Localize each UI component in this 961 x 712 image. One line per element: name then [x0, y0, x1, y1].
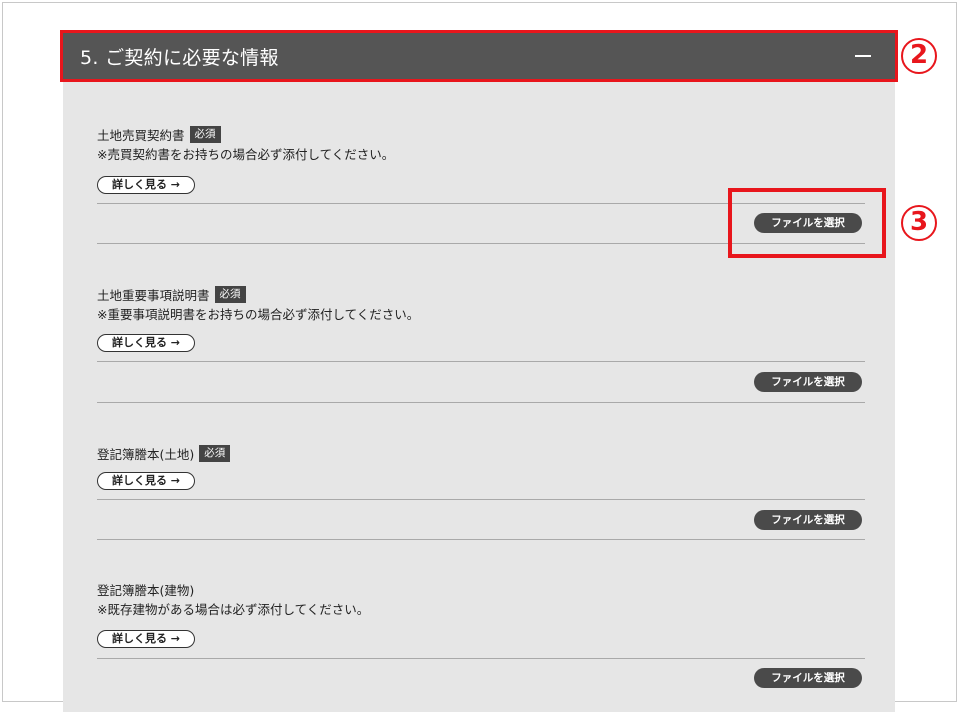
document-item-land-important-matters: 土地重要事項説明書 必須 ※重要事項説明書をお持ちの場合必ず添付してください。 [97, 285, 865, 324]
details-button[interactable]: 詳しく見る → [97, 472, 195, 490]
file-select-button[interactable]: ファイルを選択 [754, 668, 862, 688]
details-button[interactable]: 詳しく見る → [97, 334, 195, 352]
item-note: ※既存建物がある場合は必ず添付してください。 [97, 602, 370, 617]
item-note: ※売買契約書をお持ちの場合必ず添付してください。 [97, 147, 395, 162]
button-highlight-box [728, 188, 886, 258]
header-highlight-box [60, 30, 898, 82]
file-select-button[interactable]: ファイルを選択 [754, 372, 862, 392]
required-badge: 必須 [199, 444, 231, 462]
required-badge: 必須 [189, 125, 221, 143]
item-title: 土地売買契約書 [97, 127, 185, 143]
divider [97, 402, 865, 403]
item-title: 登記簿謄本(土地) [97, 446, 195, 462]
divider [97, 539, 865, 540]
document-item-land-registry: 登記簿謄本(土地) 必須 [97, 444, 865, 462]
item-title: 登記簿謄本(建物) [97, 582, 195, 598]
required-badge: 必須 [214, 285, 246, 303]
document-item-land-sales-contract: 土地売買契約書 必須 ※売買契約書をお持ちの場合必ず添付してください。 [97, 125, 865, 164]
details-button[interactable]: 詳しく見る → [97, 176, 195, 194]
file-select-button[interactable]: ファイルを選択 [754, 510, 862, 530]
details-button[interactable]: 詳しく見る → [97, 630, 195, 648]
divider [97, 499, 865, 500]
document-item-building-registry: 登記簿謄本(建物) ※既存建物がある場合は必ず添付してください。 [97, 580, 865, 619]
step-marker-3: 3 [901, 205, 937, 241]
step-marker-2: 2 [901, 38, 937, 74]
divider [97, 658, 865, 659]
divider [97, 361, 865, 362]
item-title: 土地重要事項説明書 [97, 287, 210, 303]
item-note: ※重要事項説明書をお持ちの場合必ず添付してください。 [97, 307, 420, 322]
